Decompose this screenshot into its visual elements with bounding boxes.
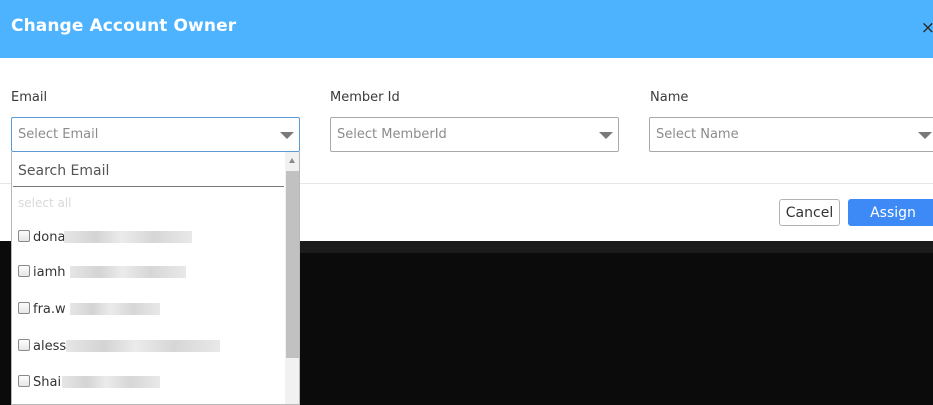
search-email-placeholder: Search Email	[18, 163, 110, 179]
backdrop-strip	[300, 241, 933, 253]
modal-title: Change Account Owner	[11, 16, 237, 36]
member-id-select-placeholder: Select MemberId	[337, 127, 447, 142]
option-checkbox[interactable]	[18, 302, 30, 314]
redacted-text	[64, 231, 192, 243]
assign-button[interactable]: Assign	[848, 199, 933, 226]
search-email-input[interactable]: Search Email	[13, 153, 284, 187]
option-text: iamh	[33, 265, 66, 280]
email-dropdown: Search Email select all dona iamh fra.w …	[11, 152, 300, 405]
redacted-text	[62, 376, 160, 388]
name-label: Name	[650, 90, 689, 105]
email-select-placeholder: Select Email	[18, 127, 99, 142]
chevron-down-icon	[599, 132, 613, 139]
option-text: dona	[33, 230, 66, 245]
cancel-button[interactable]: Cancel	[779, 199, 840, 226]
dropdown-scrollbar[interactable]	[285, 152, 299, 404]
option-text: Shai	[33, 375, 62, 390]
member-id-select[interactable]: Select MemberId	[330, 117, 619, 152]
name-select-placeholder: Select Name	[656, 127, 739, 142]
option-checkbox[interactable]	[18, 339, 30, 351]
option-checkbox[interactable]	[18, 375, 30, 387]
member-id-label: Member Id	[330, 90, 400, 105]
chevron-down-icon	[280, 132, 294, 139]
option-checkbox[interactable]	[18, 265, 30, 277]
option-text: fra.w	[33, 302, 66, 317]
chevron-down-icon	[918, 132, 932, 139]
email-label: Email	[11, 90, 48, 105]
redacted-text	[70, 303, 160, 315]
scroll-up-icon[interactable]	[289, 158, 295, 163]
name-select[interactable]: Select Name	[649, 117, 933, 152]
redacted-text	[66, 340, 220, 352]
scroll-thumb[interactable]	[286, 171, 299, 358]
option-text: aless	[33, 339, 67, 354]
close-icon[interactable]: ×	[921, 18, 933, 38]
redacted-text	[70, 266, 186, 278]
email-select[interactable]: Select Email	[11, 117, 300, 152]
select-all-option[interactable]: select all	[18, 196, 72, 210]
option-checkbox[interactable]	[18, 230, 30, 242]
modal-header: Change Account Owner ×	[0, 0, 933, 58]
